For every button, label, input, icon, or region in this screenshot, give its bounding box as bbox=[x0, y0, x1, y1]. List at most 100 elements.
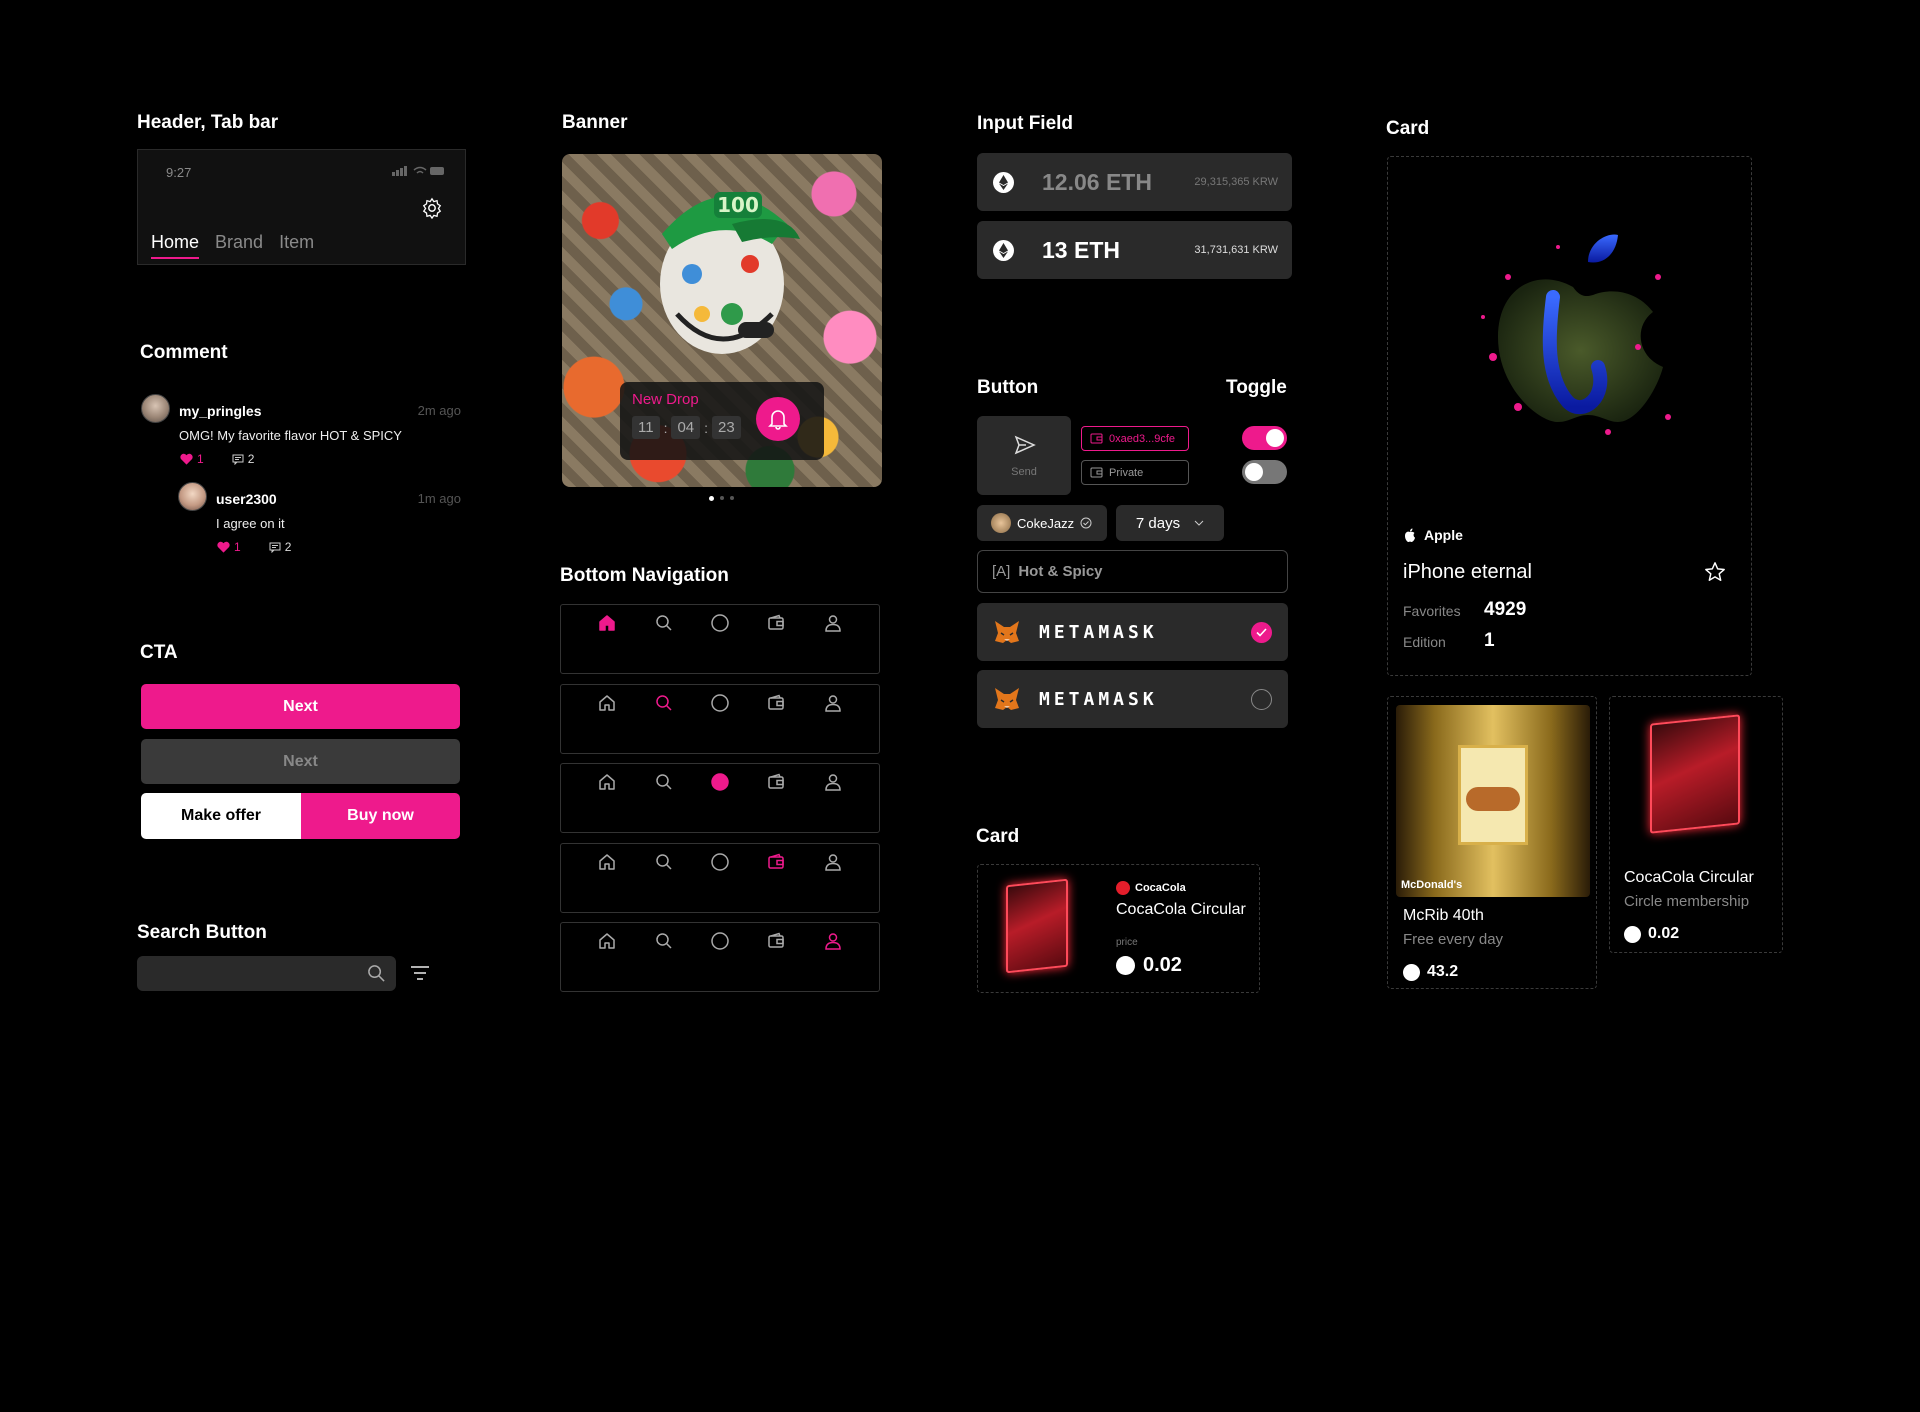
phone-header: 9:27 Home Brand Item bbox=[137, 149, 466, 265]
circle-icon[interactable] bbox=[710, 772, 730, 792]
banner-image[interactable]: 100 New Drop 11 : 04 : 23 bbox=[562, 154, 882, 487]
radio-unchecked-icon[interactable] bbox=[1251, 689, 1272, 710]
bottom-navigation-bar bbox=[560, 842, 880, 913]
toggle-knob bbox=[1245, 463, 1263, 481]
price-row: 0.02 bbox=[1116, 954, 1182, 977]
circle-icon[interactable] bbox=[710, 931, 730, 951]
home-icon[interactable] bbox=[597, 931, 617, 951]
wallet-option-label: METAMASK bbox=[1039, 689, 1158, 710]
tab-item[interactable]: Item bbox=[279, 232, 314, 259]
wallet-option-metamask[interactable]: METAMASK bbox=[977, 603, 1288, 661]
private-chip[interactable]: Private bbox=[1081, 460, 1189, 485]
price-value: 0.02 bbox=[1143, 954, 1182, 976]
home-icon[interactable] bbox=[597, 852, 617, 872]
make-offer-button[interactable]: Make offer bbox=[141, 793, 301, 839]
avatar bbox=[991, 513, 1011, 533]
avatar[interactable] bbox=[178, 482, 207, 511]
radio-checked-icon[interactable] bbox=[1251, 622, 1272, 643]
home-icon[interactable] bbox=[597, 772, 617, 792]
wallet-icon[interactable] bbox=[766, 852, 786, 872]
comment-username[interactable]: my_pringles bbox=[179, 403, 261, 419]
grid-product-card[interactable]: CocaCola Circular Circle membership 0.02 bbox=[1609, 696, 1783, 953]
like-button[interactable]: 1 bbox=[217, 540, 241, 554]
profile-icon[interactable] bbox=[823, 931, 843, 951]
profile-icon[interactable] bbox=[823, 852, 843, 872]
section-title-comment: Comment bbox=[140, 342, 228, 363]
eth-amount-field[interactable]: 12.06 ETH 29,315,365 KRW bbox=[977, 153, 1292, 211]
search-icon[interactable] bbox=[654, 613, 674, 633]
wallet-icon[interactable] bbox=[766, 613, 786, 633]
toggle-on[interactable] bbox=[1242, 426, 1287, 450]
star-icon[interactable] bbox=[1704, 561, 1726, 583]
gear-icon[interactable] bbox=[421, 197, 443, 219]
reply-button[interactable]: 2 bbox=[269, 540, 291, 554]
comment-text: OMG! My favorite flavor HOT & SPICY bbox=[179, 428, 402, 443]
wallet-option-metamask[interactable]: METAMASK bbox=[977, 670, 1288, 728]
home-icon[interactable] bbox=[597, 693, 617, 713]
search-icon[interactable] bbox=[654, 693, 674, 713]
comment-meta: 1 2 bbox=[180, 452, 254, 466]
wallet-address-chip[interactable]: 0xaed3...9cfe bbox=[1081, 426, 1189, 451]
verified-icon bbox=[1080, 517, 1092, 529]
pagination-dot-active[interactable] bbox=[709, 496, 714, 501]
eth-amount-value: 13 ETH bbox=[1042, 237, 1120, 263]
user-chip[interactable]: CokeJazz bbox=[977, 505, 1107, 541]
notify-button[interactable] bbox=[756, 397, 800, 441]
tab-home[interactable]: Home bbox=[151, 232, 200, 259]
grid-product-card[interactable]: McDonald's McRib 40th Free every day 43.… bbox=[1387, 696, 1597, 989]
wallet-icon[interactable] bbox=[766, 772, 786, 792]
like-button[interactable]: 1 bbox=[180, 452, 204, 466]
search-input[interactable] bbox=[137, 956, 396, 991]
price-label: price bbox=[1116, 937, 1138, 948]
circle-icon[interactable] bbox=[710, 613, 730, 633]
brand-name: CocaCola bbox=[1135, 882, 1186, 894]
avatar[interactable] bbox=[141, 394, 170, 423]
comment-text: I agree on it bbox=[216, 516, 285, 531]
search-icon[interactable] bbox=[654, 852, 674, 872]
section-title-toggle: Toggle bbox=[1226, 377, 1287, 398]
reply-button[interactable]: 2 bbox=[232, 452, 255, 466]
search-icon[interactable] bbox=[654, 772, 674, 792]
eth-amount-field[interactable]: 13 ETH 31,731,631 KRW bbox=[977, 221, 1292, 279]
section-title-cta: CTA bbox=[140, 642, 178, 663]
search-icon[interactable] bbox=[367, 964, 386, 983]
home-icon[interactable] bbox=[597, 613, 617, 633]
bottom-navigation-bar bbox=[560, 922, 880, 992]
comment-username[interactable]: user2300 bbox=[216, 491, 277, 507]
tab-brand[interactable]: Brand bbox=[215, 232, 263, 259]
wallet-icon bbox=[1090, 433, 1103, 444]
ethereum-icon bbox=[1624, 925, 1641, 943]
product-title: CocaCola Circular bbox=[1116, 901, 1246, 918]
circle-icon[interactable] bbox=[710, 693, 730, 713]
wallet-icon[interactable] bbox=[766, 931, 786, 951]
comment-time: 2m ago bbox=[417, 403, 461, 418]
toggle-off[interactable] bbox=[1242, 460, 1287, 484]
buy-now-button[interactable]: Buy now bbox=[301, 793, 460, 839]
pagination-dot[interactable] bbox=[720, 496, 724, 500]
comment-time: 1m ago bbox=[417, 491, 461, 506]
edition-value: 1 bbox=[1484, 630, 1495, 651]
profile-icon[interactable] bbox=[823, 613, 843, 633]
main-product-card[interactable]: Apple iPhone eternal Favorites 4929 Edit… bbox=[1387, 156, 1752, 676]
period-select[interactable]: 7 days bbox=[1116, 505, 1224, 541]
private-text: Private bbox=[1109, 466, 1144, 479]
brand-row: CocaCola bbox=[1116, 881, 1186, 895]
profile-icon[interactable] bbox=[823, 693, 843, 713]
wallet-icon[interactable] bbox=[766, 693, 786, 713]
next-button[interactable]: Next bbox=[141, 684, 460, 729]
reply-count: 2 bbox=[247, 452, 255, 466]
next-button-disabled[interactable]: Next bbox=[141, 739, 460, 784]
heart-icon bbox=[180, 453, 193, 465]
category-chip[interactable]: [A] Hot & Spicy bbox=[977, 550, 1288, 593]
search-icon[interactable] bbox=[654, 931, 674, 951]
small-product-card[interactable]: CocaCola CocaCola Circular price 0.02 bbox=[977, 864, 1260, 993]
send-button[interactable]: Send bbox=[977, 416, 1071, 495]
comment-meta: 1 2 bbox=[217, 540, 291, 554]
profile-icon[interactable] bbox=[823, 772, 843, 792]
wallet-address-text: 0xaed3...9cfe bbox=[1109, 432, 1176, 445]
like-count: 1 bbox=[234, 540, 241, 554]
circle-icon[interactable] bbox=[710, 852, 730, 872]
pagination-dot[interactable] bbox=[730, 496, 734, 500]
section-title-card-large: Card bbox=[1386, 118, 1430, 139]
filter-icon[interactable] bbox=[410, 965, 430, 981]
